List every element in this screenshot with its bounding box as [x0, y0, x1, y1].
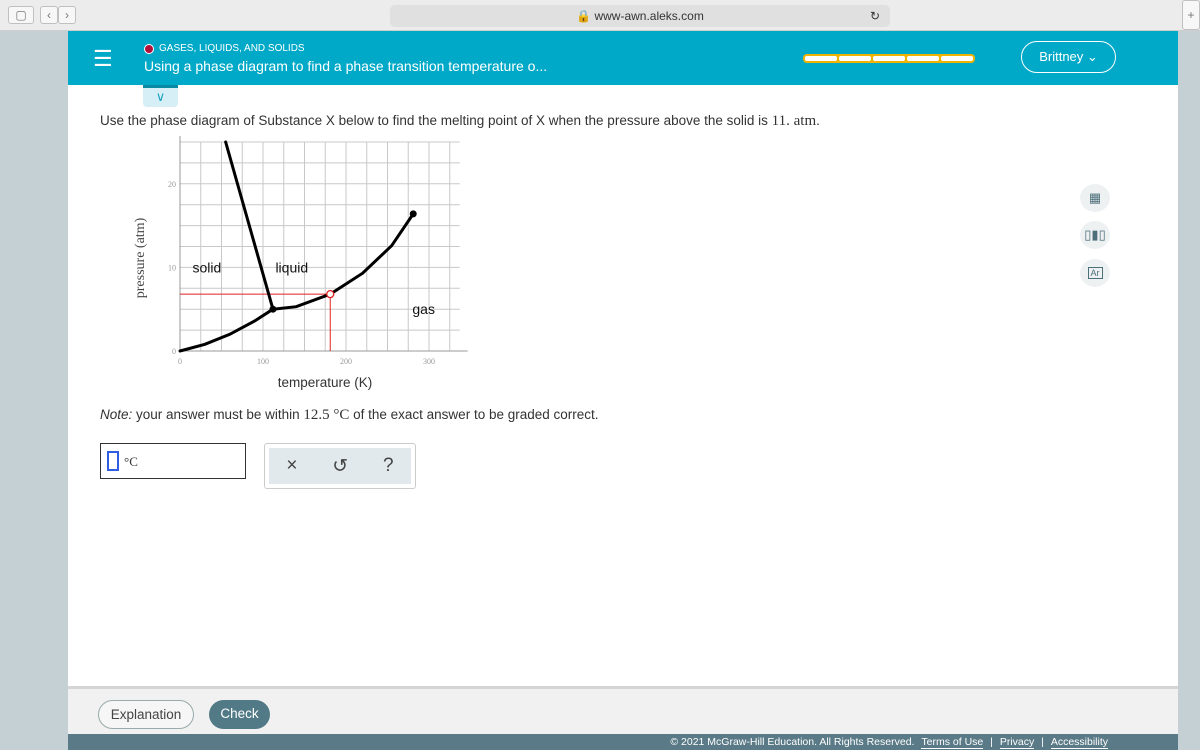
accessibility-link[interactable]: Accessibility: [1050, 736, 1108, 749]
sidebar-toggle-button[interactable]: ▢: [8, 6, 34, 24]
browser-chrome: ▢ ‹ › 🔒 www-awn.aleks.com ↻ +: [0, 0, 1200, 31]
copyright: © 2021 McGraw-Hill Education. All Rights…: [670, 736, 915, 748]
note-text: Note: your answer must be within 12.5 °C…: [100, 407, 599, 423]
bottom-bar: Explanation Check: [68, 686, 1178, 734]
x-axis-label: temperature (K): [278, 375, 373, 390]
region-label-liquid: liquid: [275, 259, 308, 275]
text-cursor: [107, 451, 119, 471]
answer-input[interactable]: °C: [100, 443, 246, 479]
user-menu-button[interactable]: Brittney ⌄: [1021, 41, 1116, 73]
x-tick-label: 300: [423, 357, 435, 366]
calculator-icon[interactable]: ▦: [1080, 184, 1110, 212]
unit-label: °C: [124, 454, 138, 469]
reload-icon[interactable]: ↻: [870, 5, 880, 27]
periodic-table-icon[interactable]: Ar: [1080, 259, 1110, 287]
undo-button[interactable]: ↺: [332, 455, 348, 478]
back-button[interactable]: ‹: [40, 6, 58, 24]
x-tick-label: 0: [178, 357, 182, 366]
region-label-gas: gas: [412, 301, 435, 317]
footer: © 2021 McGraw-Hill Education. All Rights…: [68, 734, 1178, 750]
address-bar[interactable]: 🔒 www-awn.aleks.com ↻: [390, 5, 890, 27]
triple-point: [269, 305, 277, 313]
answer-tools: × ↺ ?: [264, 443, 416, 489]
user-name: Brittney: [1039, 49, 1084, 64]
explanation-button[interactable]: Explanation: [98, 700, 194, 729]
marker-point: [326, 290, 335, 299]
privacy-link[interactable]: Privacy: [999, 736, 1035, 749]
forward-button[interactable]: ›: [58, 6, 76, 24]
terms-link[interactable]: Terms of Use: [921, 736, 984, 749]
help-button[interactable]: ?: [383, 455, 394, 477]
x-tick-label: 200: [340, 357, 352, 366]
x-tick-label: 100: [257, 357, 269, 366]
y-tick-label: 10: [168, 263, 176, 272]
progress-bar: [803, 54, 975, 63]
phase-diagram: 0 100 200 300 0 10 20 temperature (K) pressure (…: [133, 136, 468, 390]
check-button[interactable]: Check: [209, 700, 270, 729]
chart-icon[interactable]: ▯▮▯: [1080, 221, 1110, 249]
url-text: www-awn.aleks.com: [594, 9, 704, 23]
clear-button[interactable]: ×: [286, 455, 297, 477]
aleks-app: ☰ GASES, LIQUIDS, AND SOLIDS Using a pha…: [68, 31, 1178, 750]
new-tab-button[interactable]: +: [1182, 0, 1200, 30]
y-tick-label: 0: [172, 347, 176, 356]
region-label-solid: solid: [192, 259, 221, 275]
y-axis-label: pressure (atm): [133, 217, 148, 298]
critical-point: [409, 210, 417, 218]
y-tick-label: 20: [168, 180, 176, 189]
